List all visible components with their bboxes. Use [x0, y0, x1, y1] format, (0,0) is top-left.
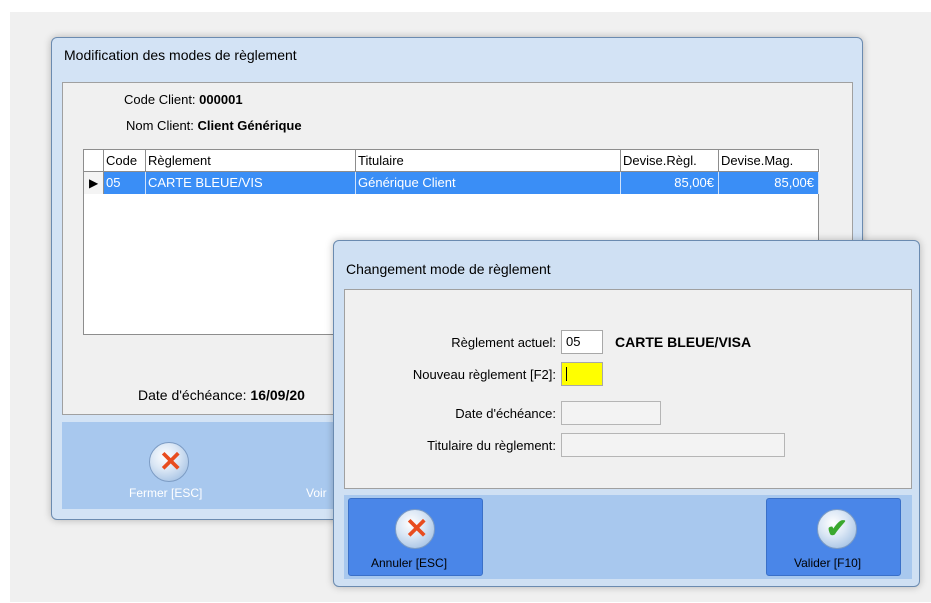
reglement-actuel-name: CARTE BLEUE/VISA — [615, 334, 752, 350]
table-cell-devise-mag[interactable]: 85,00€ — [719, 172, 819, 194]
close-button[interactable]: Fermer [ESC] — [129, 486, 202, 500]
table-cell-devise-regl[interactable]: 85,00€ — [621, 172, 719, 194]
nom-client-value: Client Générique — [197, 118, 302, 133]
cancel-button-label: Annuler [ESC] — [371, 556, 448, 570]
grid-header-devise-regl[interactable]: Devise.Règl. — [621, 150, 719, 172]
date-echeance-value: 16/09/20 — [250, 387, 305, 403]
table-cell-code[interactable]: 05 — [104, 172, 146, 194]
table-cell-titulaire[interactable]: Générique Client — [356, 172, 621, 194]
row-pointer-icon: ▶ — [89, 176, 99, 190]
date-echeance-dialog-label: Date d'échéance: — [455, 406, 556, 421]
grid-header-titulaire[interactable]: Titulaire — [356, 150, 621, 172]
cancel-icon: ✕ — [395, 509, 435, 549]
nouveau-reglement-input[interactable] — [561, 362, 603, 386]
text-caret — [566, 367, 567, 381]
modification-window-title: Modification des modes de règlement — [64, 47, 297, 63]
view-button[interactable]: Voir — [306, 486, 327, 500]
cancel-button[interactable]: ✕ Annuler [ESC] — [348, 498, 483, 576]
date-echeance-field[interactable] — [561, 401, 661, 425]
close-icon[interactable]: ✕ — [149, 442, 189, 482]
reglement-actuel-code-field: 05 — [561, 330, 603, 354]
reglement-actuel-label: Règlement actuel: — [451, 335, 556, 350]
code-client-row: Code Client: 000001 — [124, 92, 243, 107]
checkmark-icon: ✔ — [817, 509, 857, 549]
changement-dialog-title: Changement mode de règlement — [346, 261, 551, 277]
nom-client-row: Nom Client: Client Générique — [126, 118, 302, 133]
date-echeance-label: Date d'échéance: — [138, 387, 247, 403]
changement-dialog-client: Règlement actuel: 05 CARTE BLEUE/VISA No… — [344, 289, 912, 489]
code-client-label: Code Client: — [124, 92, 196, 107]
date-echeance-row: Date d'échéance: 16/09/20 — [138, 387, 305, 403]
desktop: Modification des modes de règlement Code… — [0, 0, 931, 603]
titulaire-label: Titulaire du règlement: — [427, 438, 556, 453]
ok-button[interactable]: ✔ Valider [F10] — [766, 498, 901, 576]
changement-dialog: Changement mode de règlement Règlement a… — [333, 240, 920, 587]
grid-header: Code Règlement Titulaire Devise.Règl. De… — [84, 150, 820, 172]
titulaire-field[interactable] — [561, 433, 785, 457]
nouveau-reglement-label: Nouveau règlement [F2]: — [412, 367, 556, 382]
nom-client-label: Nom Client: — [126, 118, 194, 133]
grid-header-code[interactable]: Code — [104, 150, 146, 172]
grid-header-indicator — [84, 150, 104, 172]
ok-button-label: Valider [F10] — [794, 556, 862, 570]
table-cell-reglement[interactable]: CARTE BLEUE/VIS — [146, 172, 356, 194]
grid-header-devise-mag[interactable]: Devise.Mag. — [719, 150, 819, 172]
row-indicator: ▶ — [84, 172, 104, 194]
grid-header-reglement[interactable]: Règlement — [146, 150, 356, 172]
code-client-value: 000001 — [199, 92, 243, 107]
dialog-button-bar: ✕ Annuler [ESC] ✔ Valider [F10] — [344, 495, 912, 579]
